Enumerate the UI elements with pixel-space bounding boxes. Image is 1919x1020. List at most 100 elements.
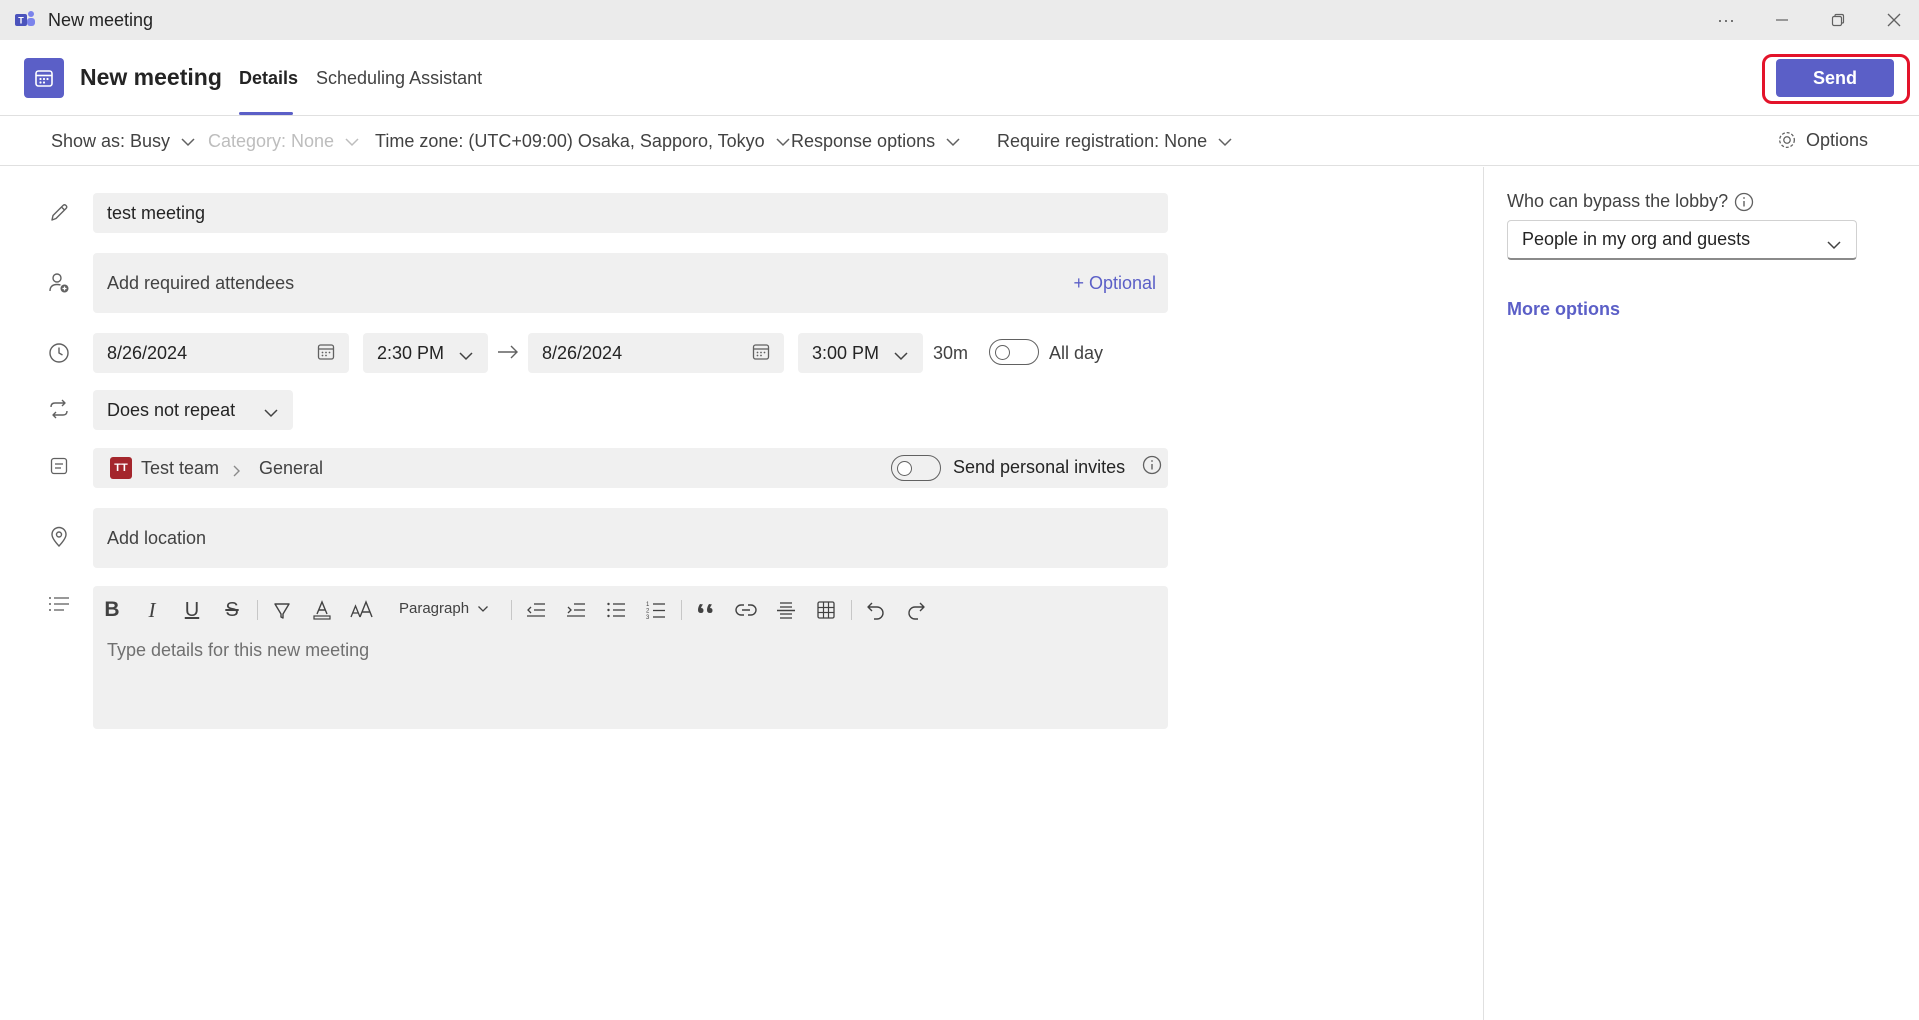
tab-details[interactable]: Details — [239, 68, 298, 89]
minimize-icon[interactable] — [1762, 6, 1802, 34]
category-dropdown[interactable]: Category: None — [208, 131, 360, 152]
text-description-icon — [47, 592, 71, 616]
lobby-bypass-label-row: Who can bypass the lobby? — [1507, 191, 1754, 212]
decrease-indent-icon[interactable] — [522, 596, 550, 624]
end-time-value: 3:00 PM — [812, 342, 880, 363]
bold-icon[interactable]: B — [98, 596, 126, 624]
svg-text:1: 1 — [646, 602, 650, 608]
chevron-down-icon — [263, 402, 279, 423]
team-name: Test team — [141, 458, 220, 478]
time-zone-label: Time zone: (UTC+09:00) Osaka, Sapporo, T… — [375, 131, 765, 151]
numbered-list-icon[interactable]: 123 — [642, 596, 670, 624]
quote-icon[interactable] — [692, 596, 720, 624]
all-day-toggle[interactable] — [989, 339, 1039, 365]
location-icon — [47, 525, 71, 549]
close-icon[interactable] — [1874, 6, 1914, 34]
optional-attendees-link[interactable]: + Optional — [1073, 273, 1156, 294]
highlight-icon[interactable] — [268, 596, 296, 624]
page-title: New meeting — [80, 64, 222, 90]
italic-icon[interactable]: I — [138, 596, 166, 624]
lobby-bypass-label: Who can bypass the lobby? — [1507, 191, 1729, 211]
meeting-options-panel: Who can bypass the lobby? People in my o… — [1483, 167, 1919, 1020]
svg-text:T: T — [18, 16, 24, 26]
chevron-down-icon — [945, 137, 961, 147]
title-bar: T New meeting ··· — [0, 0, 1919, 40]
toolbar-divider — [851, 600, 852, 620]
link-icon[interactable] — [732, 596, 760, 624]
end-date-picker[interactable]: 8/26/2024 — [528, 333, 784, 373]
time-zone-dropdown[interactable]: Time zone: (UTC+09:00) Osaka, Sapporo, T… — [375, 131, 791, 152]
chevron-down-icon — [775, 137, 791, 147]
channel-picker[interactable]: TT Test team General Send personal invit… — [93, 448, 1168, 488]
chevron-down-icon — [458, 345, 474, 366]
toolbar-divider — [511, 600, 512, 620]
underline-icon[interactable]: U — [178, 596, 206, 624]
info-icon[interactable] — [1734, 192, 1754, 212]
more-options-icon[interactable]: ··· — [1706, 6, 1746, 34]
meeting-header: New meeting Details Scheduling Assistant… — [0, 40, 1919, 116]
end-date-value: 8/26/2024 — [542, 342, 623, 363]
chevron-right-icon — [232, 462, 242, 483]
meeting-details-editor[interactable]: B I U S Paragraph 123 Type details for t… — [93, 586, 1168, 729]
response-options-label: Response options — [791, 131, 936, 151]
restore-icon[interactable] — [1818, 6, 1858, 34]
calendar-icon — [752, 343, 770, 366]
undo-icon[interactable] — [862, 596, 890, 624]
more-options-link[interactable]: More options — [1507, 299, 1620, 320]
team-avatar: TT — [110, 457, 132, 479]
increase-indent-icon[interactable] — [562, 596, 590, 624]
location-placeholder: Add location — [107, 527, 207, 548]
redo-icon[interactable] — [902, 596, 930, 624]
chevron-down-icon — [893, 345, 909, 366]
all-day-label: All day — [1049, 343, 1104, 363]
chevron-down-icon — [1826, 234, 1842, 255]
paragraph-style-dropdown[interactable]: Paragraph — [399, 600, 489, 617]
calendar-icon — [24, 58, 64, 98]
start-date-value: 8/26/2024 — [107, 342, 188, 363]
horizontal-line-icon[interactable] — [772, 596, 800, 624]
show-as-label: Show as: Busy — [51, 131, 171, 151]
lobby-bypass-value: People in my org and guests — [1522, 229, 1751, 249]
tab-scheduling-assistant[interactable]: Scheduling Assistant — [316, 68, 482, 89]
options-label: Options — [1806, 129, 1869, 150]
font-color-icon[interactable] — [308, 596, 336, 624]
lobby-bypass-dropdown[interactable]: People in my org and guests — [1507, 220, 1857, 260]
table-icon[interactable] — [812, 596, 840, 624]
channel-icon — [47, 454, 71, 478]
meeting-title-value: test meeting — [107, 202, 206, 223]
response-options-dropdown[interactable]: Response options — [791, 131, 961, 152]
require-registration-label: Require registration: None — [997, 131, 1208, 151]
chevron-down-icon — [180, 137, 196, 147]
info-icon[interactable] — [1142, 455, 1162, 480]
chevron-down-icon — [477, 605, 489, 613]
send-personal-invites-toggle[interactable] — [891, 455, 941, 481]
chevron-down-icon — [344, 137, 360, 147]
clock-icon — [47, 341, 71, 365]
require-registration-dropdown[interactable]: Require registration: None — [997, 131, 1233, 152]
repeat-dropdown[interactable]: Does not repeat — [93, 390, 293, 430]
send-button-highlight — [1762, 54, 1910, 104]
meeting-title-input[interactable]: test meeting — [93, 193, 1168, 233]
bulleted-list-icon[interactable] — [602, 596, 630, 624]
arrow-right-icon — [497, 344, 519, 365]
strikethrough-icon[interactable]: S — [218, 596, 246, 624]
chevron-down-icon — [1217, 137, 1233, 147]
end-time-dropdown[interactable]: 3:00 PM — [798, 333, 923, 373]
svg-text:2: 2 — [646, 609, 650, 615]
start-time-dropdown[interactable]: 2:30 PM — [363, 333, 488, 373]
options-bar: Show as: Busy Category: None Time zone: … — [0, 117, 1919, 166]
font-size-icon[interactable] — [348, 596, 376, 624]
teams-logo-icon: T — [14, 10, 36, 30]
start-date-picker[interactable]: 8/26/2024 — [93, 333, 349, 373]
attendees-input[interactable]: Add required attendees + Optional — [93, 253, 1168, 313]
repeat-value: Does not repeat — [107, 399, 236, 420]
window-title: New meeting — [48, 10, 154, 30]
gear-icon — [1776, 129, 1798, 151]
show-as-dropdown[interactable]: Show as: Busy — [51, 131, 196, 152]
start-time-value: 2:30 PM — [377, 342, 445, 363]
toolbar-divider — [681, 600, 682, 620]
location-input[interactable]: Add location — [93, 508, 1168, 568]
options-button[interactable]: Options — [1776, 129, 1868, 151]
category-label: Category: None — [208, 131, 335, 151]
svg-text:3: 3 — [646, 615, 650, 620]
